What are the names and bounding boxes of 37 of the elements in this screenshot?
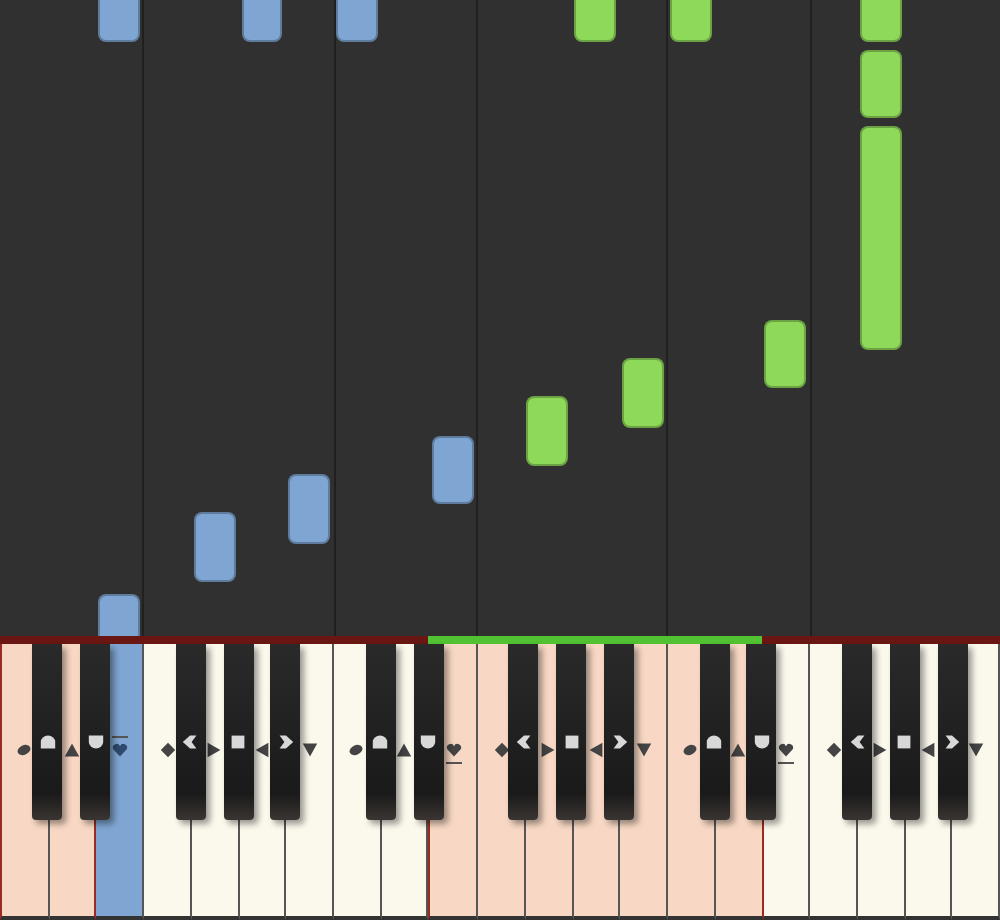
triangle-icon (253, 742, 270, 758)
cup-icon (420, 734, 437, 750)
diamond-icon (493, 742, 510, 758)
ellipse-icon (348, 742, 365, 758)
diamond-icon (825, 742, 842, 758)
dome-icon (706, 734, 723, 750)
chevron-icon (277, 734, 294, 750)
triangle-icon (635, 742, 652, 758)
chevron-icon (944, 734, 961, 750)
dome-icon (372, 734, 389, 750)
ellipse-icon (16, 742, 33, 758)
triangle-icon (206, 742, 223, 758)
heart-icon (445, 742, 462, 758)
cup-icon (753, 734, 770, 750)
ellipse-icon (682, 742, 699, 758)
cup-icon (87, 734, 104, 750)
square-icon (896, 734, 913, 750)
triangle-icon (587, 742, 604, 758)
heart-icon (777, 742, 794, 758)
piano-keyboard[interactable] (0, 644, 1000, 920)
triangle-icon (967, 742, 984, 758)
chevron-icon (515, 734, 532, 750)
chevron-icon (182, 734, 199, 750)
triangle-icon (872, 742, 889, 758)
triangle-icon (64, 742, 81, 758)
triangle-icon (920, 742, 937, 758)
triangle-icon (730, 742, 747, 758)
square-icon (230, 734, 247, 750)
chevron-icon (849, 734, 866, 750)
triangle-icon (540, 742, 557, 758)
diamond-icon (159, 742, 176, 758)
square-icon (563, 734, 580, 750)
dome-icon (39, 734, 56, 750)
heart-icon (111, 742, 128, 758)
chevron-icon (611, 734, 628, 750)
triangle-icon (301, 742, 318, 758)
triangle-icon (396, 742, 413, 758)
